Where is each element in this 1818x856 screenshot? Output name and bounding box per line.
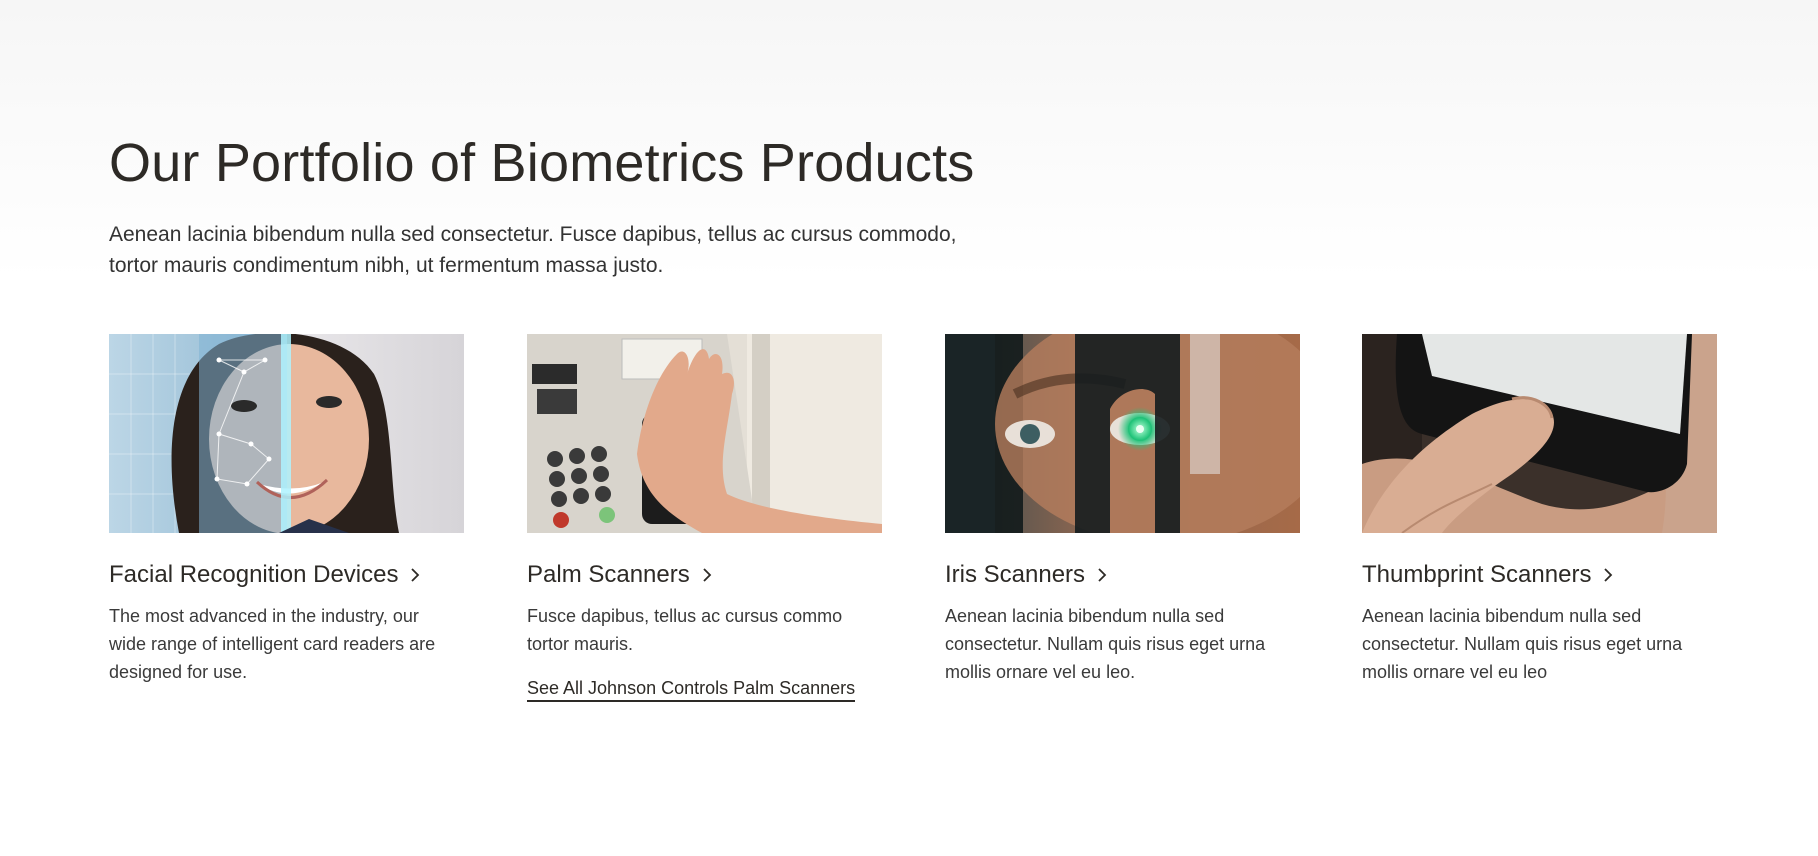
palm-scanner-image[interactable] [527,334,882,533]
iris-scanner-image[interactable] [945,334,1300,533]
chevron-right-icon [702,568,712,582]
facial-recognition-description: The most advanced in the industry, our w… [109,606,436,682]
card-title-label: Palm Scanners [527,561,690,588]
thumbprint-scanners-title[interactable]: Thumbprint Scanners [1362,560,1717,590]
iris-scanners-description: Aenean lacinia bibendum nulla sed consec… [945,606,1266,682]
card-title-label: Iris Scanners [945,561,1086,588]
product-card-facial-recognition: Facial Recognition Devices The most adva… [109,334,464,686]
card-title-label: Thumbprint Scanners [1362,561,1592,588]
section-intro: Aenean lacinia bibendum nulla sed consec… [109,223,957,277]
facial-recognition-image[interactable] [109,334,464,533]
see-all-palm-scanners-link[interactable]: See All Johnson Controls Palm Scanners [527,678,856,702]
product-card-thumbprint-scanners: Thumbprint Scanners Aenean lacinia biben… [1362,334,1717,686]
section-title: Our Portfolio of Biometrics Products [109,133,975,193]
biometrics-portfolio-section: Our Portfolio of Biometrics Products Aen… [0,0,1818,856]
palm-scanners-description: Fusce dapibus, tellus ac cursus commo to… [527,606,843,654]
card-title-label: Facial Recognition Devices [109,561,399,588]
palm-scanners-title[interactable]: Palm Scanners [527,560,882,590]
chevron-right-icon [410,568,420,582]
chevron-right-icon [1097,568,1107,582]
product-card-palm-scanners: Palm Scanners Fusce dapibus, tellus ac c… [527,334,882,702]
thumbprint-scanner-image[interactable] [1362,334,1717,533]
iris-scanners-title[interactable]: Iris Scanners [945,560,1300,590]
product-card-iris-scanners: Iris Scanners Aenean lacinia bibendum nu… [945,334,1300,686]
thumbprint-scanners-description: Aenean lacinia bibendum nulla sed consec… [1362,606,1683,682]
chevron-right-icon [1603,568,1613,582]
facial-recognition-title[interactable]: Facial Recognition Devices [109,560,464,590]
